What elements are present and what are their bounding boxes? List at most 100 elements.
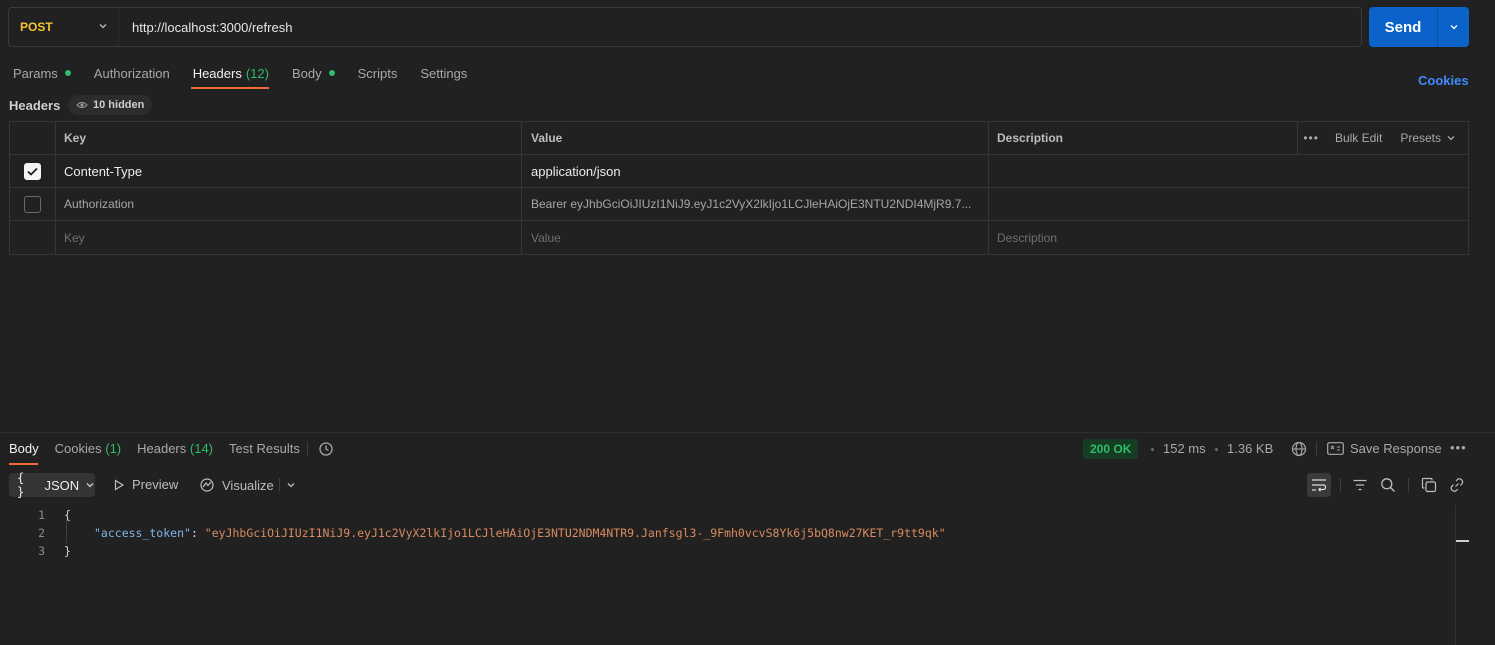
visualize-icon <box>200 478 214 492</box>
save-response-label: Save Response <box>1350 441 1442 456</box>
hidden-label: 10 hidden <box>93 99 145 111</box>
chevron-down-icon <box>1450 25 1457 30</box>
url-input[interactable]: http://localhost:3000/refresh <box>119 20 292 35</box>
json-value: "eyJhbGciOiJIUzI1NiJ9.eyJ1c2VyX2lkIjo1LC… <box>204 526 946 540</box>
line-number: 1 <box>38 508 45 522</box>
header-description-cell[interactable] <box>989 155 1468 187</box>
active-tab-indicator <box>191 87 269 89</box>
globe-icon[interactable] <box>1291 441 1307 457</box>
header-enabled-checkbox[interactable] <box>24 162 41 180</box>
response-tab-test-results[interactable]: Test Results <box>229 441 300 456</box>
response-tab-headers[interactable]: Headers (14) <box>137 441 213 456</box>
separator-dot <box>1151 448 1154 451</box>
new-description-input[interactable]: Description <box>989 221 1468 254</box>
response-tab-cookies[interactable]: Cookies (1) <box>55 441 121 456</box>
tab-body[interactable]: Body <box>292 64 335 82</box>
line-number: 2 <box>38 526 45 540</box>
hidden-headers-toggle[interactable]: 10 hidden <box>68 95 153 115</box>
link-icon[interactable] <box>1449 477 1465 493</box>
chevron-down-icon <box>86 483 94 488</box>
visualize-button[interactable]: Visualize <box>199 477 274 493</box>
divider <box>279 478 280 492</box>
format-select[interactable]: { } JSON <box>9 471 95 499</box>
presets-label: Presets <box>1400 131 1441 145</box>
tab-label: Authorization <box>93 65 170 81</box>
header-key-cell[interactable]: Content-Type <box>56 155 522 187</box>
new-key-input[interactable]: Key <box>56 221 522 254</box>
play-icon <box>114 478 125 491</box>
header-value-cell[interactable]: application/json <box>522 155 989 187</box>
tab-label: Cookies <box>54 441 102 456</box>
preview-label: Preview <box>132 477 179 492</box>
method-select[interactable]: POST <box>9 8 119 46</box>
preview-button[interactable]: Preview <box>113 477 178 492</box>
tab-authorization[interactable]: Authorization <box>94 64 170 82</box>
chevron-down-icon[interactable] <box>286 480 296 490</box>
header-value-cell[interactable]: Bearer eyJhbGciOiJIUzI1NiJ9.eyJ1c2VyX2lk… <box>522 188 989 220</box>
table-header-row: Key Value Description ••• Bulk Edit Pres… <box>10 122 1468 155</box>
divider <box>1408 478 1409 492</box>
header-enabled-checkbox[interactable] <box>24 195 41 213</box>
table-actions: ••• Bulk Edit Presets <box>1298 122 1468 154</box>
vertical-scrollbar[interactable] <box>1455 505 1456 645</box>
tab-params[interactable]: Params <box>13 64 71 82</box>
headers-title: Headers <box>9 98 61 113</box>
json-key: "access_token" <box>94 526 191 540</box>
header-key-cell[interactable]: Authorization <box>56 188 522 220</box>
new-value-input[interactable]: Value <box>522 221 989 254</box>
more-options-icon[interactable]: ••• <box>1450 440 1467 455</box>
request-tabs: Params Authorization Headers (12) Body Sc… <box>13 64 490 82</box>
table-row: Content-Type application/json <box>10 155 1468 188</box>
visualize-label: Visualize <box>222 477 274 493</box>
key-column-header: Key <box>56 122 522 154</box>
response-time[interactable]: 152 ms <box>1163 441 1206 456</box>
method-label: POST <box>20 20 53 34</box>
response-divider[interactable] <box>0 432 1495 433</box>
tab-label: Scripts <box>357 65 398 81</box>
indicator-dot <box>328 70 335 76</box>
send-options-button[interactable] <box>1438 22 1469 32</box>
presets-dropdown[interactable]: Presets <box>1400 131 1456 145</box>
description-column-header: Description <box>989 122 1298 154</box>
tab-label: Headers <box>137 441 187 456</box>
word-wrap-button[interactable] <box>1307 473 1331 497</box>
table-row: Authorization Bearer eyJhbGciOiJIUzI1NiJ… <box>10 188 1468 221</box>
checkbox-column-header <box>10 122 56 154</box>
status-badge[interactable]: 200 OK <box>1083 439 1139 459</box>
divider <box>1316 442 1317 456</box>
tab-scripts[interactable]: Scripts <box>358 64 398 82</box>
format-label: JSON <box>44 477 80 493</box>
active-tab-indicator <box>9 463 38 465</box>
more-options-icon[interactable]: ••• <box>1303 131 1319 145</box>
copy-icon[interactable] <box>1421 477 1437 493</box>
filter-icon[interactable] <box>1352 477 1368 493</box>
value-column-header: Value <box>522 122 989 154</box>
eye-icon <box>76 102 88 108</box>
json-colon: : <box>190 526 205 540</box>
cookies-count: (1) <box>105 441 122 456</box>
indent-guide <box>66 520 67 543</box>
checkbox-cell <box>10 155 56 187</box>
bulk-edit-button[interactable]: Bulk Edit <box>1335 131 1382 145</box>
indicator-dot <box>64 70 71 76</box>
line-number: 3 <box>38 544 45 558</box>
tab-settings[interactable]: Settings <box>420 64 467 82</box>
save-response-button[interactable]: Save Response <box>1327 441 1442 456</box>
divider <box>1340 478 1341 492</box>
headers-table: Key Value Description ••• Bulk Edit Pres… <box>9 121 1469 255</box>
tab-headers[interactable]: Headers (12) <box>193 64 269 82</box>
history-icon[interactable] <box>318 441 334 457</box>
chevron-down-icon <box>1447 136 1455 141</box>
scrollbar-thumb[interactable] <box>1456 540 1469 542</box>
response-tab-body[interactable]: Body <box>9 441 39 456</box>
response-size[interactable]: 1.36 KB <box>1227 441 1273 456</box>
headers-count: (12) <box>245 65 269 81</box>
send-button[interactable]: Send <box>1369 19 1437 36</box>
tab-label: Headers <box>192 65 242 81</box>
url-bar: POST http://localhost:3000/refresh <box>8 7 1362 47</box>
search-icon[interactable] <box>1380 477 1396 493</box>
header-description-cell[interactable] <box>989 188 1468 220</box>
save-icon <box>1327 442 1344 455</box>
cookies-link[interactable]: Cookies <box>1418 73 1469 88</box>
response-tabs: Body Cookies (1) Headers (14) Test Resul… <box>9 441 316 456</box>
